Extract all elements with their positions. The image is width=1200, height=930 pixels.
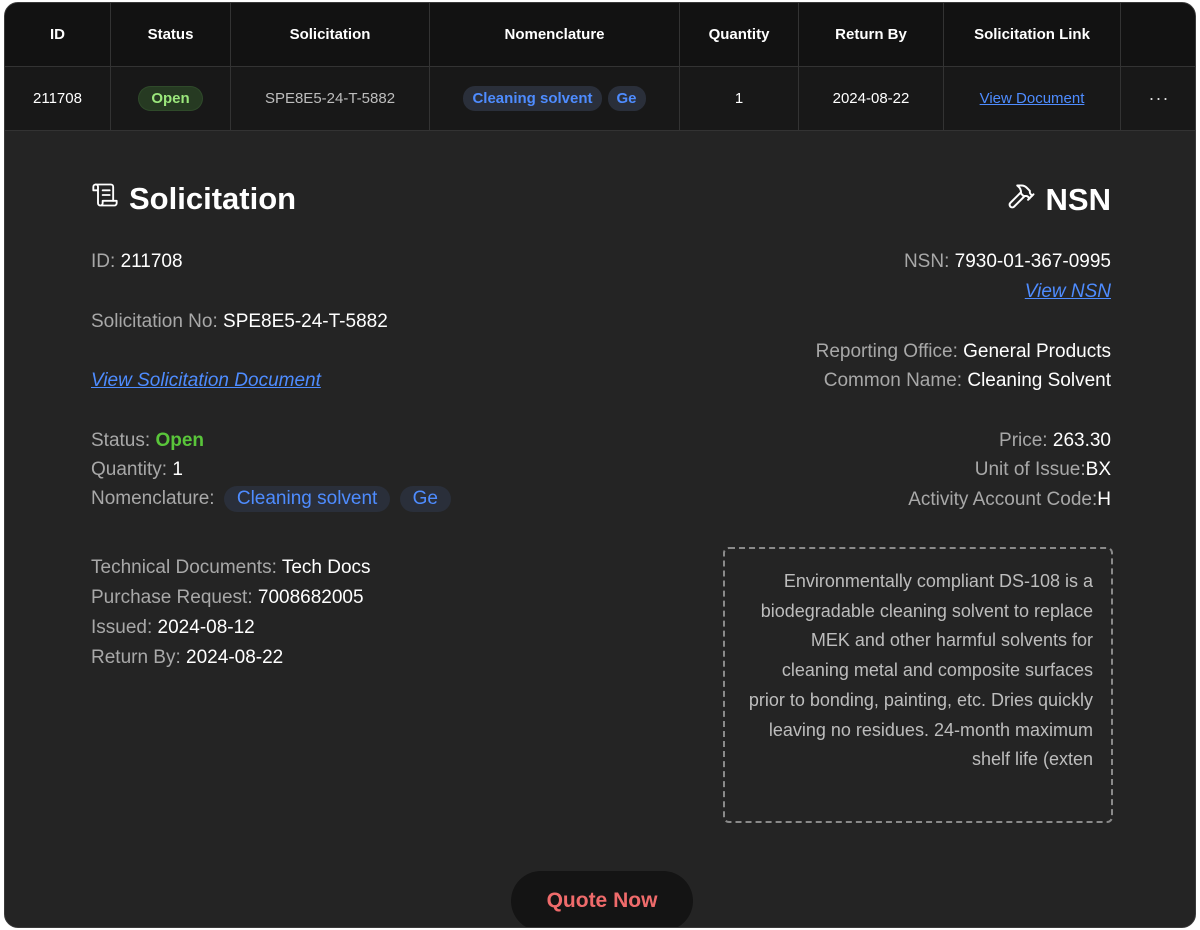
nomenclature-chip[interactable]: Cleaning solvent xyxy=(463,86,602,111)
detail-quantity: Quantity: 1 xyxy=(91,459,183,480)
row-id: 211708 xyxy=(5,67,111,130)
solicitation-detail-panel: Solicitation NSN ID: 211708 Solicitation… xyxy=(5,133,1195,927)
solicitations-table: ID Status Solicitation Nomenclature Quan… xyxy=(5,3,1195,131)
view-document-link[interactable]: View Document xyxy=(980,90,1085,107)
row-status: Open xyxy=(111,67,231,130)
nsn-heading: NSN xyxy=(1006,181,1111,219)
solicitation-heading: Solicitation xyxy=(91,181,296,217)
solicitation-title: Solicitation xyxy=(129,181,297,216)
col-header-actions xyxy=(1121,3,1195,66)
detail-unit-of-issue: Unit of Issue:BX xyxy=(974,459,1111,480)
detail-technical-documents: Technical Documents: Tech Docs xyxy=(91,557,371,578)
nomenclature-pill[interactable]: Cleaning solvent xyxy=(223,486,391,512)
col-header-return-by[interactable]: Return By xyxy=(799,3,944,66)
row-quantity: 1 xyxy=(680,67,799,130)
status-value: Open xyxy=(155,430,204,451)
quote-now-button[interactable]: Quote Now xyxy=(511,871,693,927)
detail-id: ID: 211708 xyxy=(91,251,183,272)
row-solicitation: SPE8E5-24-T-5882 xyxy=(231,67,430,130)
row-link-cell: View Document xyxy=(944,67,1121,130)
col-header-nomenclature[interactable]: Nomenclature xyxy=(430,3,680,66)
app-window: ID Status Solicitation Nomenclature Quan… xyxy=(4,2,1196,928)
detail-price: Price: 263.30 xyxy=(999,430,1111,451)
view-nsn: View NSN xyxy=(1025,281,1111,303)
detail-activity-account-code: Activity Account Code:H xyxy=(908,489,1111,510)
col-header-solicitation-link[interactable]: Solicitation Link xyxy=(944,3,1121,66)
nsn-title: NSN xyxy=(1045,182,1111,217)
table-header: ID Status Solicitation Nomenclature Quan… xyxy=(5,3,1195,67)
ellipsis-icon[interactable]: ··· xyxy=(1149,88,1170,109)
detail-return-by: Return By: 2024-08-22 xyxy=(91,647,284,668)
detail-reporting-office: Reporting Office: General Products xyxy=(815,341,1111,362)
row-return-by: 2024-08-22 xyxy=(799,67,944,130)
hammer-icon xyxy=(1006,181,1036,219)
detail-common-name: Common Name: Cleaning Solvent xyxy=(823,370,1111,391)
detail-issued: Issued: 2024-08-12 xyxy=(91,617,255,638)
nomenclature-pill[interactable]: Ge xyxy=(399,486,451,512)
table-row[interactable]: 211708 Open SPE8E5-24-T-5882 Cleaning so… xyxy=(5,67,1195,131)
detail-nsn: NSN: 7930-01-367-0995 xyxy=(903,251,1111,272)
view-nsn-link[interactable]: View NSN xyxy=(1025,281,1111,302)
col-header-solicitation[interactable]: Solicitation xyxy=(231,3,430,66)
detail-status: Status: Open xyxy=(91,430,204,451)
detail-purchase-request: Purchase Request: 7008682005 xyxy=(91,587,364,608)
col-header-quantity[interactable]: Quantity xyxy=(680,3,799,66)
row-nomenclature: Cleaning solvent Ge xyxy=(430,67,680,130)
tech-docs-value[interactable]: Tech Docs xyxy=(282,557,371,578)
view-solicitation-document: View Solicitation Document xyxy=(91,370,321,392)
scroll-icon xyxy=(91,181,119,217)
view-solicitation-document-link[interactable]: View Solicitation Document xyxy=(91,370,321,391)
status-badge: Open xyxy=(139,87,202,110)
col-header-status[interactable]: Status xyxy=(111,3,231,66)
nomenclature-chip[interactable]: Ge xyxy=(607,86,646,111)
nsn-description: Environmentally compliant DS-108 is a bi… xyxy=(723,547,1113,823)
detail-nomenclature: Nomenclature: Cleaning solvent Ge xyxy=(91,486,451,512)
detail-solicitation-no: Solicitation No: SPE8E5-24-T-5882 xyxy=(91,311,388,332)
row-actions: ··· xyxy=(1121,67,1195,130)
col-header-id[interactable]: ID xyxy=(5,3,111,66)
